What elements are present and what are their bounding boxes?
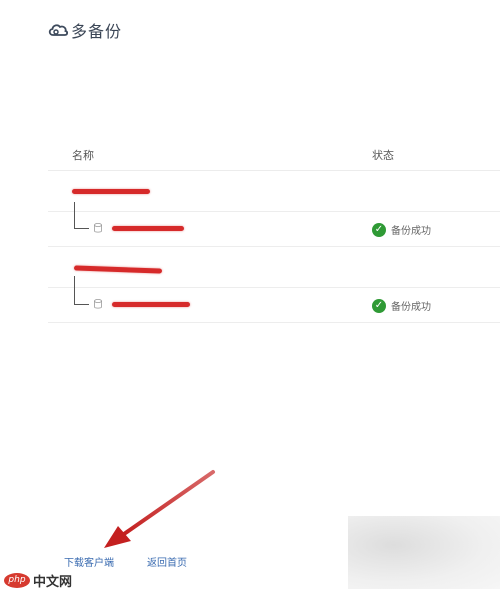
check-circle-icon: ✓ xyxy=(372,298,386,313)
column-header-status: 状态 xyxy=(372,149,394,162)
device-row[interactable]: ✓ 备份成功 xyxy=(48,276,500,323)
backup-group: ✓ 备份成功 xyxy=(48,171,500,247)
database-icon xyxy=(94,223,102,233)
brand-name: 多备份 xyxy=(71,22,123,41)
tree-connector xyxy=(74,202,89,229)
group-row[interactable] xyxy=(48,247,500,287)
redacted-group-name xyxy=(73,265,163,274)
back-home-link[interactable]: 返回首页 xyxy=(147,554,187,569)
status-text: 备份成功 xyxy=(391,302,431,313)
cloud-logo-icon xyxy=(48,24,69,36)
table-header: 名称 状态 xyxy=(48,138,500,171)
download-client-link[interactable]: 下载客户端 xyxy=(64,554,114,569)
watermark-logo: php xyxy=(4,573,30,588)
status-cell: ✓ 备份成功 xyxy=(372,298,431,313)
redacted-group-name xyxy=(72,189,150,194)
redacted-device-name xyxy=(112,226,184,231)
backup-group: ✓ 备份成功 xyxy=(48,247,500,323)
column-header-name: 名称 xyxy=(72,149,94,162)
status-cell: ✓ 备份成功 xyxy=(372,222,431,237)
blurred-region xyxy=(348,516,500,589)
backup-table: 名称 状态 ✓ 备份成功 ✓ 备份成功 xyxy=(48,138,500,323)
redacted-device-name xyxy=(112,302,190,307)
brand: 多备份 xyxy=(47,18,122,42)
check-circle-icon: ✓ xyxy=(372,222,386,237)
tree-connector xyxy=(74,276,89,305)
watermark-text: 中文网 xyxy=(33,575,73,589)
backup-page: 多备份 名称 状态 ✓ 备份成功 ✓ 备份成功 下载客户端 返回首页 php 中… xyxy=(0,0,500,589)
database-icon xyxy=(94,299,102,309)
watermark: php 中文网 xyxy=(4,571,72,589)
device-row[interactable]: ✓ 备份成功 xyxy=(48,202,500,247)
status-text: 备份成功 xyxy=(391,226,431,237)
group-row[interactable] xyxy=(48,171,500,211)
